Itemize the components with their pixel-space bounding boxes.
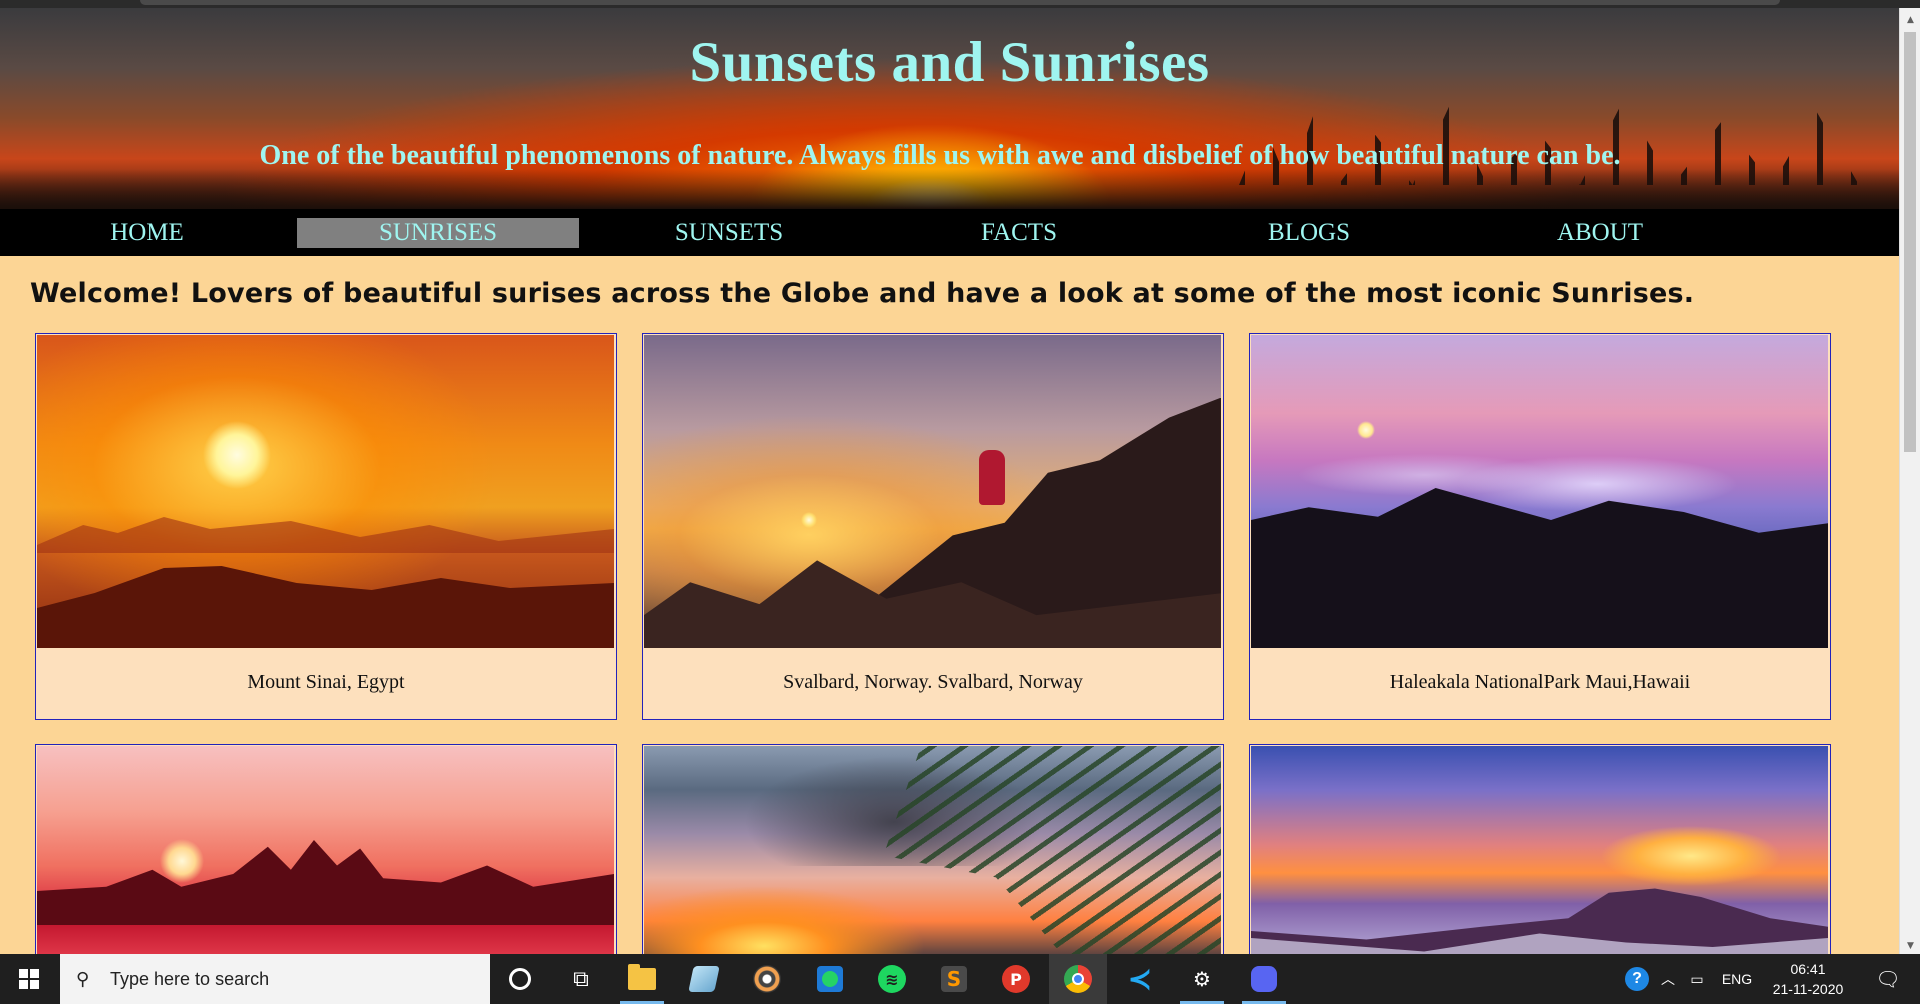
site-subtitle: One of the beautiful phenomenons of natu… bbox=[259, 140, 1621, 171]
windows-taskbar: ⚲ Type here to search ⧉ ≋ S P ≺ ⚙ ? ︿ ▭ … bbox=[0, 954, 1920, 1004]
sunrise-photo-palm-beach bbox=[644, 746, 1221, 965]
gallery-card-haleakala[interactable]: Haleakala NationalPark Maui,Hawaii bbox=[1249, 333, 1831, 720]
sunrise-photo-svalbard bbox=[644, 335, 1221, 648]
page-scrollbar[interactable]: ▲ ▼ bbox=[1899, 8, 1920, 958]
photo-person-silhouette bbox=[979, 450, 1005, 505]
discord-icon[interactable] bbox=[1242, 963, 1286, 1004]
nav-sunsets[interactable]: SUNSETS bbox=[588, 218, 870, 248]
nav-sunrises[interactable]: SUNRISES bbox=[297, 218, 579, 248]
notifications-icon[interactable]: 🗨 bbox=[1864, 954, 1912, 1004]
spotify-icon[interactable]: ≋ bbox=[876, 963, 908, 995]
task-view-icon[interactable]: ⧉ bbox=[565, 963, 597, 995]
scroll-thumb[interactable] bbox=[1904, 32, 1916, 452]
sunrise-photo-haleakala bbox=[1251, 335, 1828, 648]
sunrise-photo-temple bbox=[37, 746, 614, 965]
cortana-icon[interactable] bbox=[504, 963, 536, 995]
gallery-card-svalbard[interactable]: Svalbard, Norway. Svalbard, Norway bbox=[642, 333, 1224, 720]
photo-cloud-layer bbox=[1251, 430, 1828, 520]
card-caption: Haleakala NationalPark Maui,Hawaii bbox=[1250, 654, 1830, 714]
help-icon[interactable]: ? bbox=[1620, 954, 1654, 1004]
site-title: Sunsets and Sunrises bbox=[689, 31, 1210, 94]
postman-app-icon[interactable]: P bbox=[1000, 963, 1032, 995]
browser-address-area bbox=[140, 0, 1780, 5]
gallery-card-palm-beach[interactable] bbox=[642, 744, 1224, 965]
language-indicator[interactable]: ENG bbox=[1716, 954, 1758, 1004]
windows-logo-icon bbox=[19, 969, 39, 989]
taskbar-search-box[interactable]: ⚲ Type here to search bbox=[60, 954, 490, 1004]
scroll-down-arrow-icon[interactable]: ▼ bbox=[1900, 936, 1920, 956]
chrome-icon[interactable] bbox=[1049, 954, 1107, 1004]
taskbar-search-placeholder: Type here to search bbox=[110, 968, 270, 989]
nav-about[interactable]: ABOUT bbox=[1459, 218, 1741, 248]
search-icon: ⚲ bbox=[76, 969, 90, 990]
taskbar-clock[interactable]: 06:41 21-11-2020 bbox=[1760, 954, 1856, 1004]
clock-date: 21-11-2020 bbox=[1772, 981, 1844, 997]
media-app-icon[interactable] bbox=[751, 963, 783, 995]
gallery-card-temple[interactable] bbox=[35, 744, 617, 965]
gallery-card-snow-peak[interactable] bbox=[1249, 744, 1831, 965]
start-button[interactable] bbox=[0, 954, 58, 1004]
gallery-card-mount-sinai[interactable]: Mount Sinai, Egypt bbox=[35, 333, 617, 720]
welcome-heading: Welcome! Lovers of beautiful surises acr… bbox=[30, 278, 1695, 309]
sunrise-photo-snow-peak bbox=[1251, 746, 1828, 965]
battery-icon[interactable]: ▭ bbox=[1682, 954, 1712, 1004]
nav-blogs[interactable]: BLOGS bbox=[1168, 218, 1450, 248]
settings-gear-icon[interactable]: ⚙ bbox=[1180, 963, 1224, 1004]
sublime-text-icon[interactable]: S bbox=[938, 963, 970, 995]
scroll-up-arrow-icon[interactable]: ▲ bbox=[1900, 10, 1920, 30]
photo-temple-silhouette bbox=[37, 840, 614, 925]
nav-home[interactable]: HOME bbox=[6, 218, 288, 248]
nav-facts[interactable]: FACTS bbox=[878, 218, 1160, 248]
photo-mountain-layer bbox=[37, 566, 614, 648]
file-explorer-icon[interactable] bbox=[620, 963, 664, 1004]
main-nav: HOME SUNRISES SUNSETS FACTS BLOGS ABOUT bbox=[0, 209, 1899, 256]
sunrise-photo-mount-sinai bbox=[37, 335, 614, 648]
card-caption: Mount Sinai, Egypt bbox=[36, 654, 616, 714]
notepad-app-icon[interactable] bbox=[688, 963, 720, 995]
photo-mountain-layer bbox=[37, 517, 614, 553]
vscode-icon[interactable]: ≺ bbox=[1124, 962, 1156, 997]
header-banner: Sunsets and Sunrises One of the beautifu… bbox=[0, 8, 1899, 209]
hills-decoration bbox=[0, 169, 1899, 209]
whatsapp-icon[interactable] bbox=[814, 963, 846, 995]
browser-top-strip bbox=[0, 0, 1920, 8]
card-caption: Svalbard, Norway. Svalbard, Norway bbox=[643, 654, 1223, 714]
clock-time: 06:41 bbox=[1790, 961, 1826, 977]
tray-chevron-up-icon[interactable]: ︿ bbox=[1656, 954, 1680, 1004]
